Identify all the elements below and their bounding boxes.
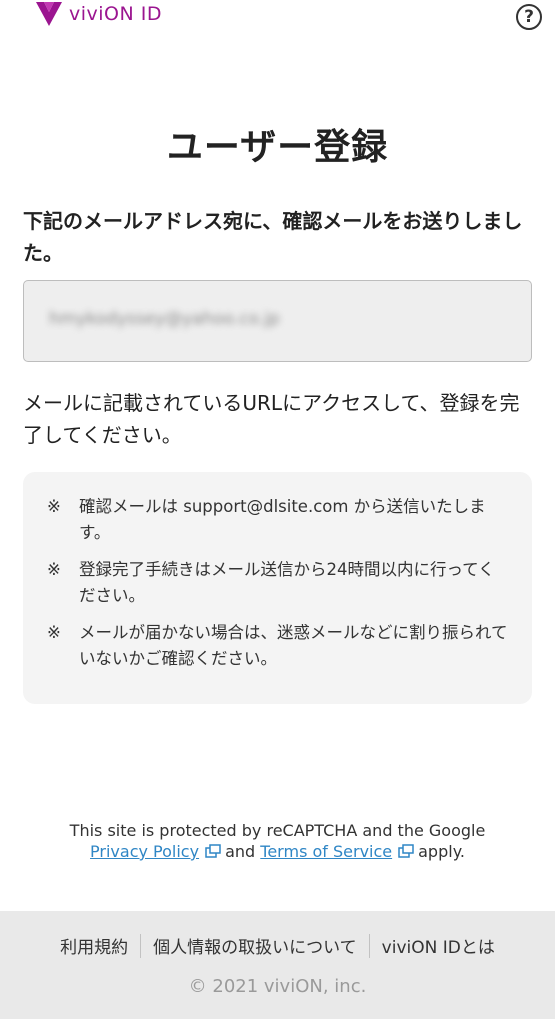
vivion-logo[interactable]: viviON ID bbox=[36, 2, 162, 26]
note-item: ※ 登録完了手続きはメール送信から24時間以内に行ってください。 bbox=[47, 557, 510, 609]
notes-box: ※ 確認メールは support@dlsite.com から送信いたします。 ※… bbox=[23, 472, 532, 704]
footer-links: 利用規約 個人情報の取扱いについて viviON IDとは bbox=[0, 933, 555, 958]
and-text: and bbox=[225, 842, 256, 861]
lead-message: 下記のメールアドレス宛に、確認メールをお送りしました。 bbox=[23, 209, 523, 265]
note-mark: ※ bbox=[47, 623, 61, 642]
note-mark: ※ bbox=[47, 560, 61, 579]
page-title: ユーザー登録 bbox=[166, 127, 389, 168]
note-text: 登録完了手続きはメール送信から24時間以内に行ってください。 bbox=[79, 560, 495, 605]
copyright: © 2021 viviON, inc. bbox=[188, 976, 367, 997]
external-link-icon bbox=[205, 844, 221, 858]
privacy-policy-link[interactable]: Privacy Policy bbox=[90, 842, 199, 861]
note-text: 確認メールは support@dlsite.com から送信いたします。 bbox=[79, 497, 486, 542]
apply-text: apply. bbox=[418, 842, 465, 861]
vivion-logo-icon bbox=[36, 2, 62, 26]
recaptcha-line1: This site is protected by reCAPTCHA and … bbox=[69, 821, 486, 840]
note-text: メールが届かない場合は、迷惑メールなどに割り振られていないかご確認ください。 bbox=[79, 623, 508, 668]
recaptcha-notice: This site is protected by reCAPTCHA and … bbox=[0, 820, 555, 862]
note-item: ※ メールが届かない場合は、迷惑メールなどに割り振られていないかご確認ください。 bbox=[47, 620, 510, 672]
terms-link[interactable]: 利用規約 bbox=[48, 933, 140, 958]
help-icon[interactable]: ? bbox=[516, 4, 542, 30]
note-item: ※ 確認メールは support@dlsite.com から送信いたします。 bbox=[47, 494, 510, 546]
note-mark: ※ bbox=[47, 497, 61, 516]
logo-text: viviON ID bbox=[69, 3, 162, 25]
header: viviON ID ? bbox=[0, 0, 555, 34]
footer: 利用規約 個人情報の取扱いについて viviON IDとは © 2021 viv… bbox=[0, 911, 555, 1019]
email-field: hmykodyssey@yahoo.co.jp bbox=[23, 280, 532, 362]
instruction-text: メールに記載されているURLにアクセスして、登録を完了してください。 bbox=[23, 391, 520, 447]
about-vivion-id-link[interactable]: viviON IDとは bbox=[370, 933, 507, 958]
privacy-handling-link[interactable]: 個人情報の取扱いについて bbox=[141, 933, 369, 958]
terms-of-service-link[interactable]: Terms of Service bbox=[260, 842, 392, 861]
external-link-icon bbox=[398, 844, 414, 858]
recaptcha-line2: Privacy Policy and Terms of Service apply. bbox=[0, 841, 555, 862]
email-value: hmykodyssey@yahoo.co.jp bbox=[49, 309, 280, 329]
